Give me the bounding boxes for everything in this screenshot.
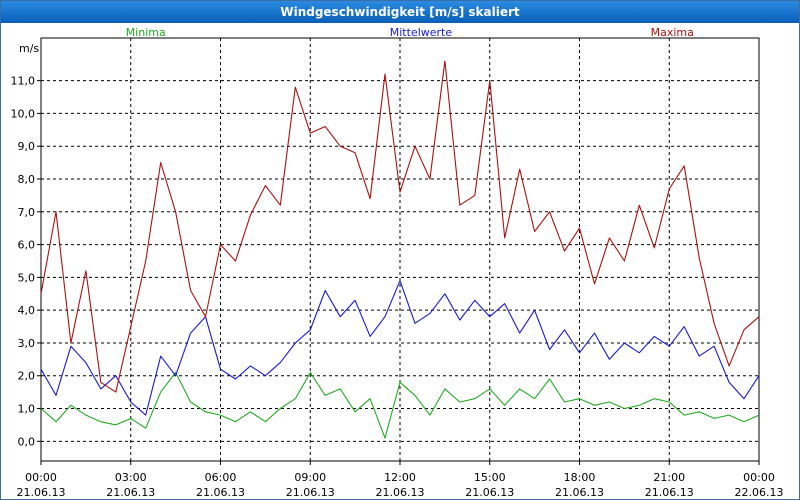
y-tick-label: 1,0 bbox=[18, 403, 36, 416]
y-tick-label: 3,0 bbox=[18, 337, 36, 350]
axis-ticks: m/s 0,0 1,0 2,0 3,0 4,0 5,0 6,0 7,0 8,0 9,0 10,0 11,… bbox=[11, 42, 784, 499]
x-tick-date-label: 21.06.13 bbox=[286, 486, 335, 499]
x-tick-date-label: 22.06.13 bbox=[735, 486, 784, 499]
x-tick-time-label: 00:00 bbox=[743, 471, 775, 484]
y-tick-label: 0,0 bbox=[18, 435, 36, 448]
x-tick-date-label: 21.06.13 bbox=[645, 486, 694, 499]
legend-maxima: Maxima bbox=[651, 26, 694, 39]
x-tick-time-label: 09:00 bbox=[294, 471, 326, 484]
grid bbox=[41, 38, 759, 461]
legend: Minima Mittelwerte Maxima bbox=[126, 26, 694, 39]
y-tick-label: 9,0 bbox=[18, 140, 36, 153]
y-tick-label: 7,0 bbox=[18, 206, 36, 219]
y-tick-label: 2,0 bbox=[18, 370, 36, 383]
y-axis-label: m/s bbox=[19, 42, 39, 55]
chart-window: Windgeschwindigkeit [m/s] skaliert m/s 0,… bbox=[0, 0, 800, 500]
x-tick-time-label: 18:00 bbox=[564, 471, 596, 484]
y-tick-label: 11,0 bbox=[11, 75, 36, 88]
chart: m/s 0,0 1,0 2,0 3,0 4,0 5,0 6,0 7,0 8,0 9,0 10,0 11,… bbox=[11, 26, 784, 499]
legend-minima: Minima bbox=[126, 26, 166, 39]
window-title: Windgeschwindigkeit [m/s] skaliert bbox=[1, 1, 799, 23]
x-tick-date-label: 21.06.13 bbox=[376, 486, 425, 499]
y-tick-label: 8,0 bbox=[18, 173, 36, 186]
y-tick-label: 4,0 bbox=[18, 304, 36, 317]
x-tick-time-label: 15:00 bbox=[474, 471, 506, 484]
x-tick-time-label: 03:00 bbox=[115, 471, 147, 484]
y-tick-label: 5,0 bbox=[18, 271, 36, 284]
x-tick-time-label: 00:00 bbox=[25, 471, 57, 484]
x-tick-date-label: 21.06.13 bbox=[17, 486, 66, 499]
legend-mittelwerte: Mittelwerte bbox=[390, 26, 453, 39]
x-tick-date-label: 21.06.13 bbox=[196, 486, 245, 499]
x-tick-time-label: 06:00 bbox=[205, 471, 237, 484]
x-tick-time-label: 21:00 bbox=[653, 471, 685, 484]
x-tick-time-label: 12:00 bbox=[384, 471, 416, 484]
x-tick-date-label: 21.06.13 bbox=[555, 486, 604, 499]
x-tick-date-label: 21.06.13 bbox=[106, 486, 155, 499]
y-tick-label: 10,0 bbox=[11, 107, 36, 120]
x-tick-date-label: 21.06.13 bbox=[465, 486, 514, 499]
y-tick-label: 6,0 bbox=[18, 239, 36, 252]
